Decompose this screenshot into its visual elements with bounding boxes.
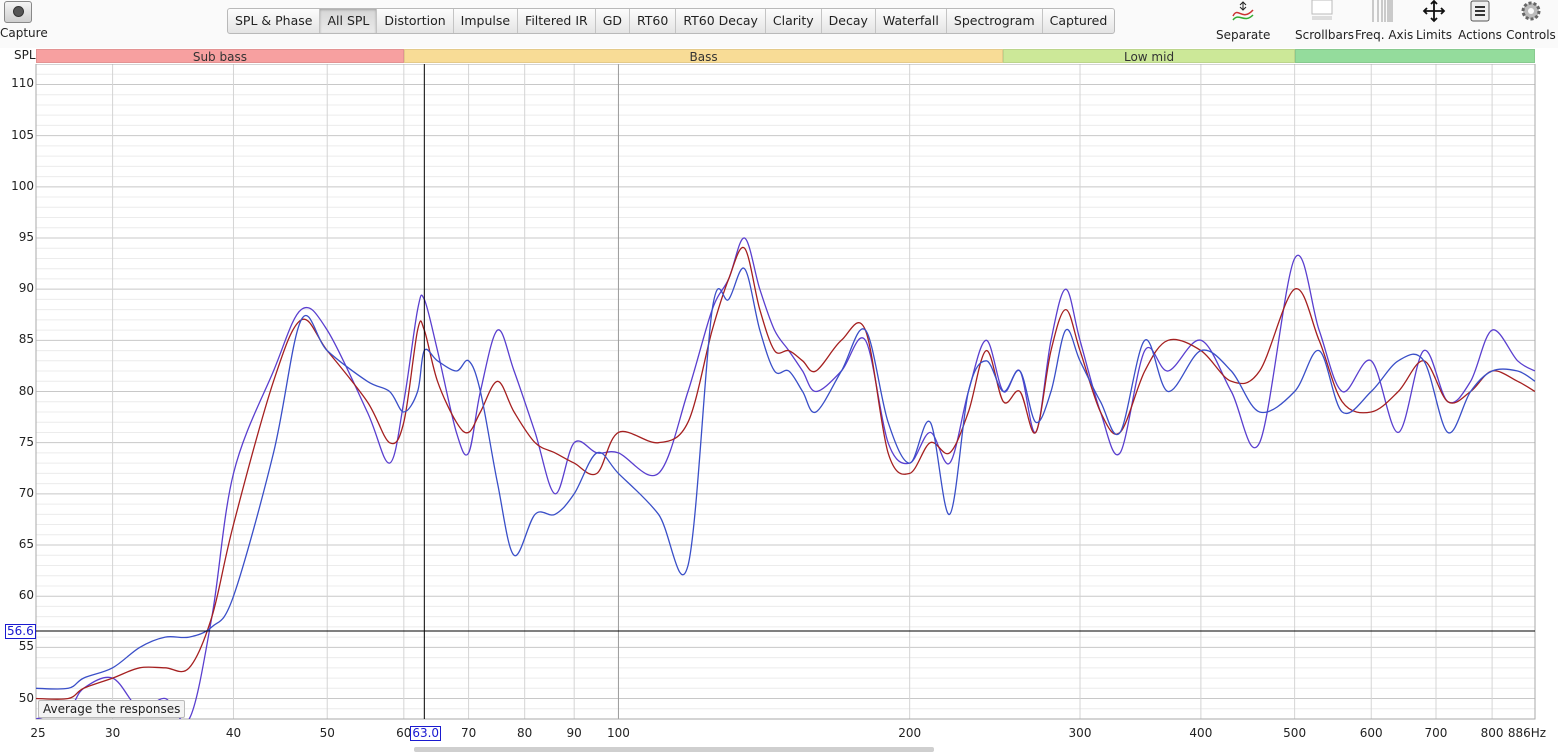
x-tick-label: 100: [606, 726, 630, 740]
x-tick-label: 40: [225, 726, 242, 740]
x-tick-label: 90: [566, 726, 582, 740]
capture-label: Capture: [0, 26, 48, 40]
x-tick-label: 800: [1480, 726, 1504, 740]
band-sub-bass: Sub bass: [36, 49, 404, 64]
controls-icon: [1518, 0, 1544, 24]
y-tick-label: 75: [18, 434, 34, 449]
actions-icon: [1467, 0, 1493, 24]
tab-impulse[interactable]: Impulse: [454, 9, 519, 33]
cursor-y-readout: 56.6: [5, 623, 36, 639]
x-tick-label: 25: [30, 726, 46, 740]
tab-spectrogram[interactable]: Spectrogram: [947, 9, 1043, 33]
controls-button[interactable]: Controls: [1506, 0, 1556, 46]
actions-button[interactable]: Actions: [1458, 0, 1502, 46]
x-tick-label: 200: [898, 726, 922, 740]
limits-button[interactable]: Limits: [1415, 0, 1453, 46]
x-tick-label: 886Hz: [1507, 726, 1547, 740]
tab-all-spl[interactable]: All SPL: [320, 9, 378, 33]
y-tick-label: 60: [18, 588, 34, 603]
y-tick-label: 70: [18, 485, 34, 500]
tool-label: Limits: [1416, 28, 1452, 42]
y-axis-label: SPL: [14, 48, 36, 62]
frequency-band-bar: Sub bass Bass Low mid: [36, 49, 1535, 64]
tab-filtered-ir[interactable]: Filtered IR: [518, 9, 596, 33]
scrollbars-icon: [1309, 0, 1335, 24]
tab-gd[interactable]: GD: [596, 9, 631, 33]
y-tick-label: 105: [11, 127, 34, 142]
tab-waterfall[interactable]: Waterfall: [876, 9, 947, 33]
tool-label: Freq. Axis: [1355, 28, 1414, 42]
x-tick-label: 60: [396, 726, 412, 740]
y-tick-label: 100: [11, 178, 34, 193]
y-tick-label: 95: [18, 229, 34, 244]
tab-rt60-decay[interactable]: RT60 Decay: [676, 9, 766, 33]
y-tick-label: 110: [11, 76, 34, 91]
x-tick-label: 80: [517, 726, 533, 740]
limits-icon: [1421, 0, 1447, 24]
separate-button[interactable]: Separate: [1216, 0, 1270, 46]
band-high: [1294, 49, 1535, 63]
spl-chart[interactable]: [0, 64, 1558, 726]
y-tick-label: 85: [18, 332, 34, 347]
camera-icon: [4, 1, 32, 23]
horizontal-scrollbar[interactable]: [414, 747, 934, 752]
band-bass: Bass: [403, 49, 1004, 64]
tab-captured[interactable]: Captured: [1043, 9, 1115, 33]
capture-button[interactable]: Capture: [0, 0, 48, 44]
x-tick-label: 50: [319, 726, 335, 740]
view-tabs: SPL & Phase All SPL Distortion Impulse Filte…: [227, 8, 1116, 34]
tool-label: Controls: [1506, 28, 1556, 42]
scrollbars-button[interactable]: Scrollbars: [1295, 0, 1355, 46]
tool-label: Scrollbars: [1295, 28, 1355, 42]
toolbar: Capture SPL & Phase All SPL Distortion Impu…: [0, 0, 1558, 48]
tab-decay[interactable]: Decay: [822, 9, 876, 33]
tool-label: Separate: [1216, 28, 1271, 42]
y-tick-label: 65: [18, 537, 34, 552]
tab-clarity[interactable]: Clarity: [766, 9, 822, 33]
tab-spl-phase[interactable]: SPL & Phase: [228, 9, 321, 33]
y-tick-label: 80: [18, 383, 34, 398]
y-tick-label: 90: [18, 281, 34, 296]
tab-distortion[interactable]: Distortion: [377, 9, 454, 33]
x-tick-label: 400: [1189, 726, 1213, 740]
average-responses-button[interactable]: Average the responses: [38, 700, 186, 718]
cursor-x-readout: 63.0: [410, 726, 442, 741]
y-tick-label: 50: [18, 690, 34, 705]
x-tick-label: 70: [460, 726, 477, 740]
series-line-3: [36, 267, 1535, 690]
x-tick-label: 500: [1283, 726, 1307, 740]
tab-rt60[interactable]: RT60: [630, 9, 677, 33]
freq-axis-icon: [1370, 0, 1396, 24]
tool-label: Actions: [1458, 28, 1502, 42]
series-line-1: [36, 237, 1535, 719]
band-low-mid: Low mid: [1003, 49, 1295, 64]
freq-axis-button[interactable]: Freq. Axis: [1355, 0, 1414, 46]
x-tick-label: 700: [1424, 726, 1448, 740]
x-tick-label: 300: [1068, 726, 1092, 740]
x-tick-label: 30: [104, 726, 121, 740]
y-tick-label: 55: [18, 639, 34, 654]
separate-icon: [1230, 0, 1256, 24]
x-tick-label: 600: [1359, 726, 1383, 740]
